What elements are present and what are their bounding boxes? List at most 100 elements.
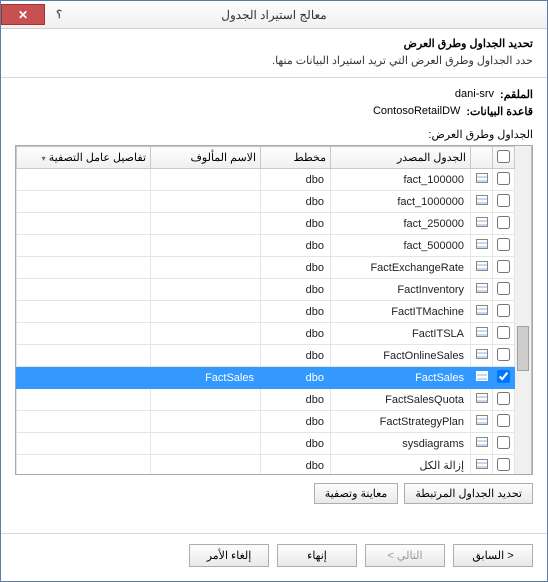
table-row[interactable]: sysdiagramsdbo [17, 433, 515, 455]
row-checkbox[interactable] [497, 238, 510, 251]
row-filter [17, 279, 151, 301]
row-schema: dbo [261, 213, 331, 235]
row-icon-cell [471, 169, 493, 191]
row-source: fact_1000000 [331, 191, 471, 213]
col-schema[interactable]: مخطط [261, 147, 331, 169]
row-alias [151, 455, 261, 475]
row-checkbox[interactable] [497, 392, 510, 405]
table-row[interactable]: FactITMachinedbo [17, 301, 515, 323]
col-filter[interactable]: تفاصيل عامل التصفية ▾ [17, 147, 151, 169]
next-button: التالي > [365, 544, 445, 567]
table-row[interactable]: FactSalesdboFactSales [17, 367, 515, 389]
col-check [493, 147, 515, 169]
row-filter [17, 169, 151, 191]
row-alias [151, 389, 261, 411]
table-icon [476, 239, 488, 249]
help-button[interactable]: ؟ [45, 4, 73, 25]
row-schema: dbo [261, 455, 331, 475]
row-alias [151, 433, 261, 455]
row-icon-cell [471, 455, 493, 475]
chevron-down-icon: ▾ [42, 154, 46, 163]
preview-filter-button[interactable]: معاينة وتصفية [314, 483, 399, 504]
row-icon-cell [471, 235, 493, 257]
select-related-button[interactable]: تحديد الجداول المرتبطة [404, 483, 533, 504]
row-checkbox[interactable] [497, 172, 510, 185]
row-alias [151, 279, 261, 301]
row-alias [151, 191, 261, 213]
table-icon [476, 415, 488, 425]
row-checkbox[interactable] [497, 414, 510, 427]
row-filter [17, 389, 151, 411]
row-checkbox[interactable] [497, 282, 510, 295]
row-source: FactStrategyPlan [331, 411, 471, 433]
row-source: FactITSLA [331, 323, 471, 345]
row-check-cell [493, 323, 515, 345]
table-row[interactable]: FactITSLAdbo [17, 323, 515, 345]
database-row: قاعدة البيانات: ContosoRetailDW [15, 105, 533, 118]
table-row[interactable]: fact_250000dbo [17, 213, 515, 235]
row-alias [151, 345, 261, 367]
back-button[interactable]: < السابق [453, 544, 533, 567]
col-alias[interactable]: الاسم المألوف [151, 147, 261, 169]
row-checkbox[interactable] [497, 370, 510, 383]
row-icon-cell [471, 323, 493, 345]
row-checkbox[interactable] [497, 436, 510, 449]
tables-table: الجدول المصدر مخطط الاسم المألوف تفاصيل … [16, 146, 515, 474]
table-row[interactable]: fact_100000dbo [17, 169, 515, 191]
row-schema: dbo [261, 257, 331, 279]
row-filter [17, 411, 151, 433]
row-filter [17, 323, 151, 345]
table-row[interactable]: fact_500000dbo [17, 235, 515, 257]
row-checkbox[interactable] [497, 260, 510, 273]
cancel-button[interactable]: إلغاء الأمر [189, 544, 269, 567]
table-icon [476, 371, 488, 381]
row-schema: dbo [261, 345, 331, 367]
table-row[interactable]: إزالة الكلdbo [17, 455, 515, 475]
row-check-cell [493, 191, 515, 213]
row-checkbox[interactable] [497, 326, 510, 339]
row-checkbox[interactable] [497, 216, 510, 229]
col-filter-label: تفاصيل عامل التصفية [49, 152, 146, 164]
row-alias [151, 323, 261, 345]
row-filter [17, 367, 151, 389]
row-alias [151, 301, 261, 323]
table-row[interactable]: fact_1000000dbo [17, 191, 515, 213]
table-row[interactable]: FactExchangeRatedbo [17, 257, 515, 279]
row-icon-cell [471, 279, 493, 301]
scrollbar-thumb[interactable] [517, 326, 529, 371]
table-icon [476, 305, 488, 315]
select-all-checkbox[interactable] [497, 150, 510, 163]
row-filter [17, 235, 151, 257]
row-checkbox[interactable] [497, 348, 510, 361]
vertical-scrollbar[interactable] [515, 146, 532, 474]
table-icon [476, 195, 488, 205]
row-filter [17, 345, 151, 367]
table-row[interactable]: FactStrategyPlandbo [17, 411, 515, 433]
finish-button[interactable]: إنهاء [277, 544, 357, 567]
row-schema: dbo [261, 301, 331, 323]
row-schema: dbo [261, 279, 331, 301]
row-icon-cell [471, 411, 493, 433]
close-button[interactable]: ✕ [1, 4, 45, 25]
database-value: ContosoRetailDW [373, 105, 460, 118]
row-checkbox[interactable] [497, 194, 510, 207]
row-checkbox[interactable] [497, 304, 510, 317]
table-icon [476, 173, 488, 183]
row-schema: dbo [261, 323, 331, 345]
row-schema: dbo [261, 235, 331, 257]
table-row[interactable]: FactInventorydbo [17, 279, 515, 301]
col-source[interactable]: الجدول المصدر [331, 147, 471, 169]
wizard-header: تحديد الجداول وطرق العرض حدد الجداول وطر… [1, 29, 547, 78]
row-schema: dbo [261, 191, 331, 213]
row-check-cell [493, 389, 515, 411]
row-source: FactOnlineSales [331, 345, 471, 367]
row-source: FactSalesQuota [331, 389, 471, 411]
table-icon [476, 327, 488, 337]
row-checkbox[interactable] [497, 458, 510, 471]
table-row[interactable]: FactSalesQuotadbo [17, 389, 515, 411]
row-icon-cell [471, 213, 493, 235]
row-check-cell [493, 169, 515, 191]
close-icon: ✕ [18, 8, 28, 22]
table-row[interactable]: FactOnlineSalesdbo [17, 345, 515, 367]
row-alias [151, 257, 261, 279]
